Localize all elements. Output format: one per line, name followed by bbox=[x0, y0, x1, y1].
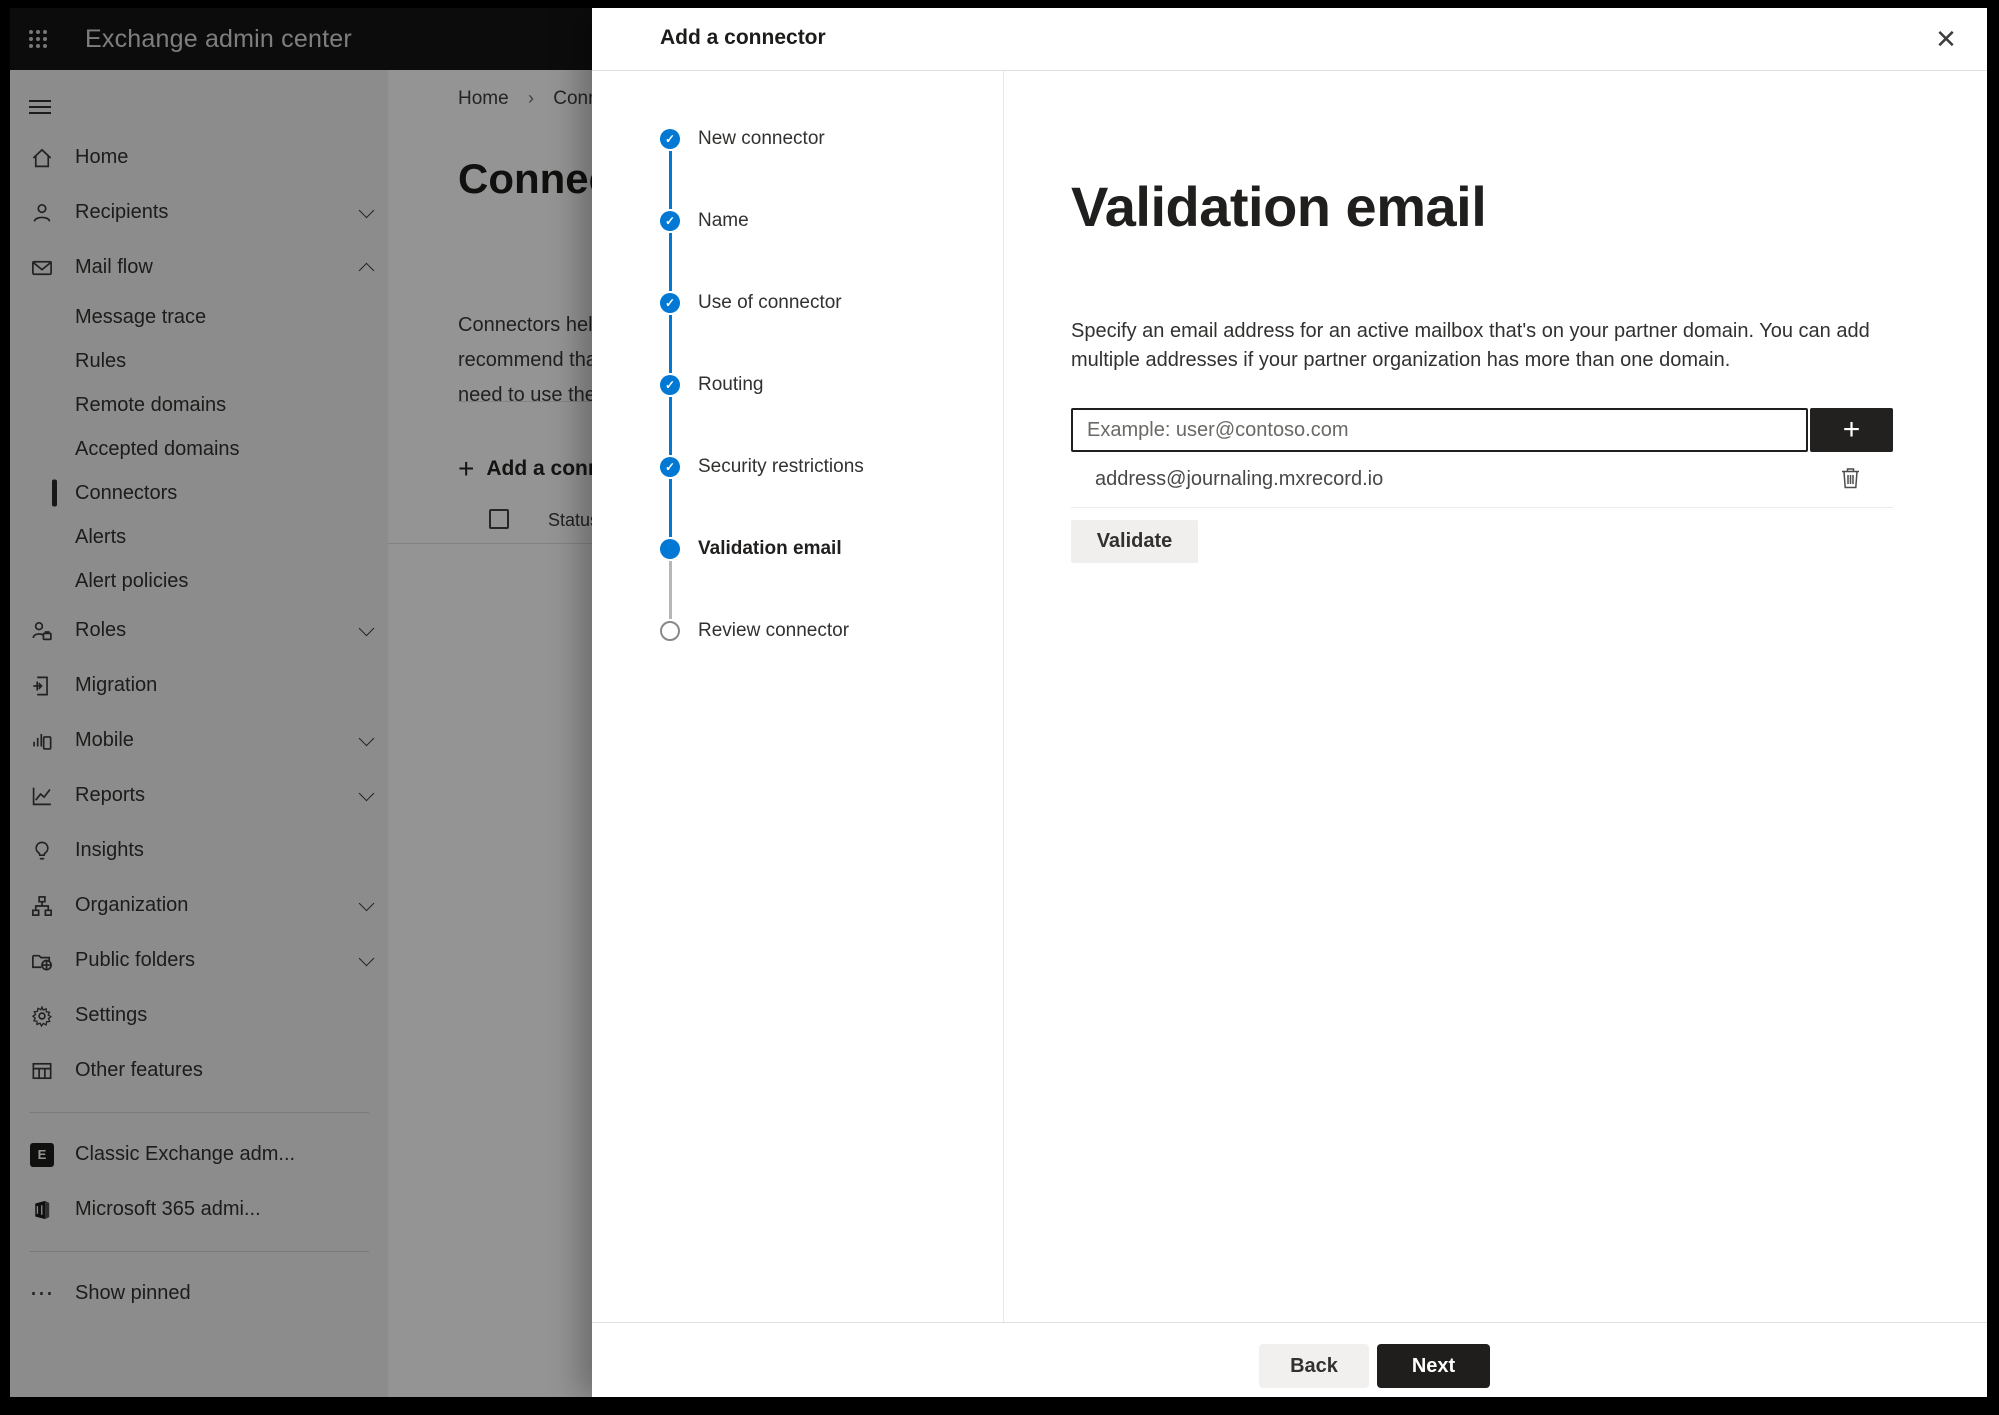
step-status-icon bbox=[660, 539, 680, 559]
dialog-header: Add a connector ✕ bbox=[592, 8, 1987, 71]
wizard-step-security-restrictions[interactable]: Security restrictions bbox=[592, 457, 1003, 539]
step-status-icon bbox=[660, 621, 680, 641]
step-status-icon bbox=[660, 211, 680, 231]
back-button[interactable]: Back bbox=[1259, 1344, 1369, 1388]
email-address: address@journaling.mxrecord.io bbox=[1095, 468, 1384, 490]
wizard-step-name[interactable]: Name bbox=[592, 211, 1003, 293]
dialog-footer: Back Next bbox=[592, 1322, 1987, 1397]
dialog-title: Add a connector bbox=[660, 26, 826, 49]
wizard-step-review-connector[interactable]: Review connector bbox=[592, 621, 1003, 703]
wizard-step-validation-email[interactable]: Validation email bbox=[592, 539, 1003, 621]
email-entry-row: + bbox=[1071, 408, 1893, 452]
wizard-step-use-of-connector[interactable]: Use of connector bbox=[592, 293, 1003, 375]
added-email-row: address@journaling.mxrecord.io bbox=[1071, 452, 1893, 508]
add-email-button[interactable]: + bbox=[1810, 408, 1893, 452]
added-emails-list: address@journaling.mxrecord.io bbox=[1071, 452, 1987, 508]
step-heading: Validation email bbox=[1071, 175, 1487, 238]
wizard-steps: New connector Name Use of connector Rout… bbox=[592, 71, 1004, 1322]
wizard-step-new-connector[interactable]: New connector bbox=[592, 129, 1003, 211]
validation-email-input[interactable] bbox=[1071, 408, 1808, 452]
add-connector-dialog: Add a connector ✕ New connector Name bbox=[592, 8, 1987, 1397]
validate-button[interactable]: Validate bbox=[1071, 520, 1198, 563]
step-status-icon bbox=[660, 375, 680, 395]
step-status-icon bbox=[660, 129, 680, 149]
wizard-step-routing[interactable]: Routing bbox=[592, 375, 1003, 457]
dialog-content: Validation email Specify an email addres… bbox=[1004, 71, 1987, 1322]
delete-email-button[interactable] bbox=[1837, 463, 1864, 496]
screen: Exchange admin center Home Recipients Ma… bbox=[10, 8, 1987, 1397]
step-status-icon bbox=[660, 457, 680, 477]
trash-icon bbox=[1842, 468, 1859, 489]
plus-icon: + bbox=[1842, 413, 1861, 446]
step-status-icon bbox=[660, 293, 680, 313]
close-icon[interactable]: ✕ bbox=[1925, 18, 1967, 60]
step-instructions: Specify an email address for an active m… bbox=[1071, 320, 1870, 371]
next-button[interactable]: Next bbox=[1377, 1344, 1490, 1388]
